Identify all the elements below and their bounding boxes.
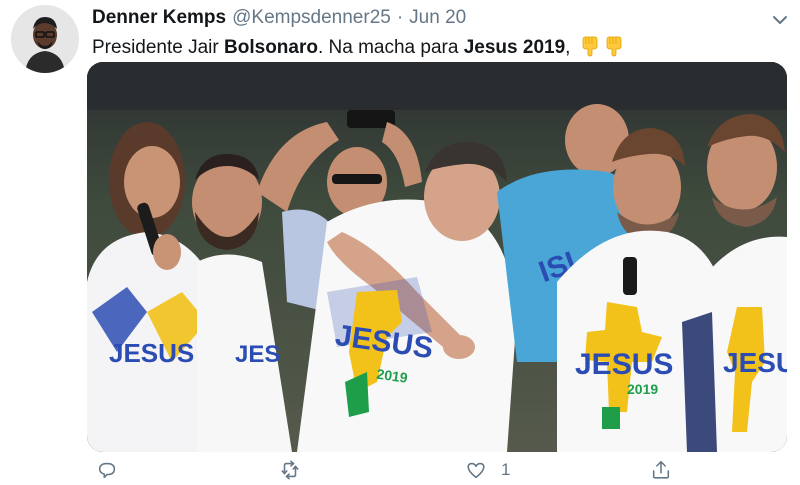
backhand-index-pointing-down-icon xyxy=(604,35,624,57)
share-icon xyxy=(652,460,670,479)
chevron-down-icon[interactable] xyxy=(770,10,790,30)
svg-text:JESUS: JESUS xyxy=(109,338,194,368)
svg-text:2019: 2019 xyxy=(627,381,658,397)
tweet-text-segment: , xyxy=(565,37,571,58)
separator: · xyxy=(396,7,404,28)
tweet-header: Denner Kemps @Kempsdenner25 · Jun 20 xyxy=(92,7,466,31)
heart-icon xyxy=(467,462,485,479)
tweet-text-segment: Presidente Jair xyxy=(92,37,225,58)
like-button[interactable]: 1 xyxy=(465,456,510,484)
author-name[interactable]: Denner Kemps xyxy=(92,7,226,29)
tweet-actions: 1 xyxy=(96,456,786,484)
tweet[interactable]: Denner Kemps @Kempsdenner25 · Jun 20 Pre… xyxy=(0,0,800,485)
avatar[interactable] xyxy=(11,5,79,73)
retweet-icon xyxy=(281,460,299,480)
share-button[interactable] xyxy=(650,456,672,484)
tweet-text: Presidente Jair Bolsonaro. Na macha para… xyxy=(92,35,624,60)
reply-icon xyxy=(98,462,116,479)
svg-text:JES: JES xyxy=(235,341,280,368)
tweet-photo[interactable]: JESUS JES JESUS 2019 ISL JESUS 2019 JESU xyxy=(87,62,787,452)
tweet-text-bold: Bolsonaro xyxy=(224,37,318,58)
retweet-button[interactable] xyxy=(279,456,301,484)
tweet-date[interactable]: Jun 20 xyxy=(409,7,466,29)
like-count: 1 xyxy=(501,460,511,479)
svg-text:JESUS: JESUS xyxy=(723,347,787,378)
svg-text:JESUS: JESUS xyxy=(575,348,673,381)
tweet-text-bold: Jesus 2019 xyxy=(463,37,566,58)
reply-button[interactable] xyxy=(96,456,118,484)
tweet-text-segment: . Na macha para xyxy=(317,37,464,58)
author-handle[interactable]: @Kempsdenner25 xyxy=(232,7,391,29)
backhand-index-pointing-down-icon xyxy=(580,35,600,57)
